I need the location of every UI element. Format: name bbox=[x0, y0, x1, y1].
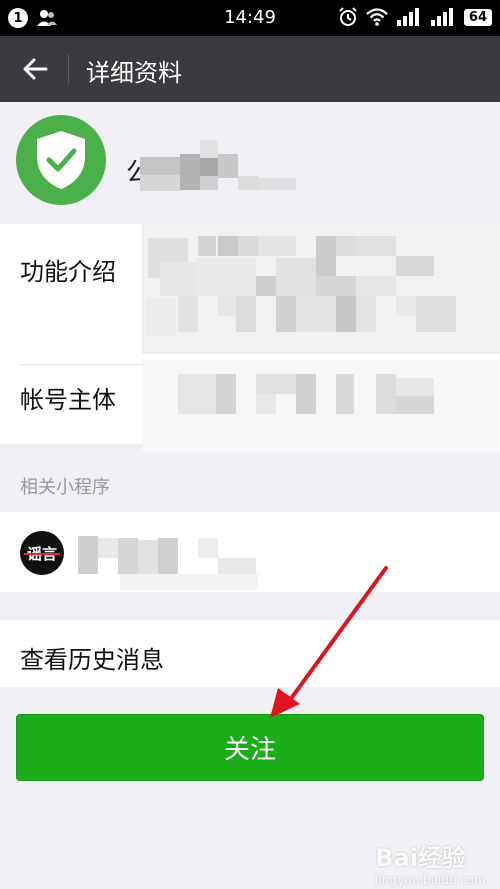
battery-indicator: 64 bbox=[463, 8, 492, 26]
status-bar: 1 14:49 64 bbox=[0, 0, 500, 36]
intro-label: 功能介绍 bbox=[20, 258, 116, 286]
mini-program-item[interactable]: 谣言 bbox=[0, 512, 500, 592]
section-title-mini-programs: 相关小程序 bbox=[20, 477, 110, 498]
back-button[interactable] bbox=[16, 50, 54, 88]
mini-program-avatar: 谣言 bbox=[20, 531, 64, 575]
page-title: 详细资料 bbox=[86, 59, 182, 87]
follow-button[interactable]: 关注 bbox=[16, 714, 484, 781]
back-arrow-icon bbox=[23, 58, 48, 80]
alarm-icon bbox=[339, 7, 357, 26]
owner-label: 帐号主体 bbox=[20, 386, 116, 414]
baidu-watermark: Bai经验 jingyan.baidu.com bbox=[375, 838, 486, 887]
verified-shield-icon bbox=[37, 131, 85, 189]
strike-line bbox=[24, 553, 60, 555]
avatar[interactable] bbox=[16, 115, 106, 205]
nav-divider bbox=[68, 54, 69, 84]
watermark-text: Bai经验 bbox=[375, 844, 466, 872]
nav-bar: 详细资料 bbox=[0, 36, 500, 102]
signal-icon-2 bbox=[430, 8, 453, 26]
wifi-icon bbox=[366, 8, 388, 26]
signal-icon bbox=[396, 8, 419, 26]
status-right: 64 bbox=[338, 7, 492, 27]
history-messages-row[interactable]: 查看历史消息 bbox=[0, 620, 500, 687]
watermark-sub: jingyan.baidu.com bbox=[375, 873, 486, 887]
profile-header: 公 bbox=[0, 102, 500, 224]
history-messages-label: 查看历史消息 bbox=[20, 646, 164, 674]
